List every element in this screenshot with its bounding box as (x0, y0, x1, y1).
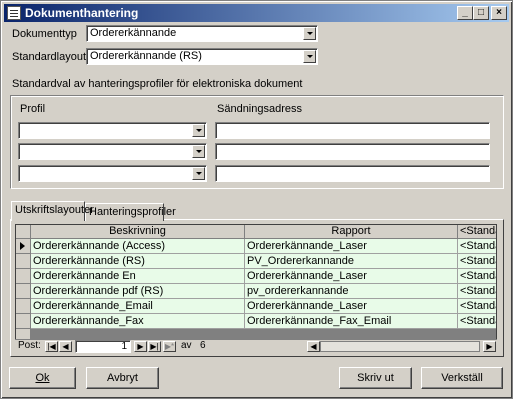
row-selector[interactable] (16, 314, 31, 329)
record-number-input[interactable]: 1 (75, 340, 131, 353)
window-title: Dokumenthantering (25, 6, 139, 20)
cell-rapport[interactable]: Ordererkännande_Laser (245, 299, 458, 314)
sandningsadress-label: Sändningsadress (217, 103, 303, 115)
cell-standard[interactable]: <Standa (458, 299, 496, 314)
record-navigator: Post: |◀ ◀ 1 ▶ ▶| ▶* av 6 ◀ ▶ (15, 339, 497, 353)
cell-rapport[interactable]: Ordererkännande_Laser (245, 239, 458, 254)
standardlayout-combo[interactable]: Ordererkännande (RS) (86, 48, 318, 65)
column-header-standard[interactable]: <Standa (458, 225, 496, 239)
cell-beskrivning[interactable]: Ordererkännande_Fax (31, 314, 245, 329)
row-selector[interactable] (16, 284, 31, 299)
standardlayout-value: Ordererkännande (RS) (90, 50, 202, 62)
profil-label: Profil (20, 103, 46, 115)
cell-standard[interactable]: <Standa (458, 239, 496, 254)
row-selector[interactable] (16, 254, 31, 269)
cell-rapport[interactable]: Ordererkännande_Laser (245, 269, 458, 284)
tab-label: Utskriftslayouter (15, 204, 94, 216)
tab-utskriftslayouter[interactable]: Utskriftslayouter (11, 201, 94, 221)
profil-combo-3[interactable] (18, 165, 207, 182)
new-record-icon[interactable]: ▶* (163, 341, 176, 352)
tab-hanteringsprofiler[interactable]: Hanteringsprofiler (85, 203, 176, 221)
cell-beskrivning[interactable]: Ordererkännande pdf (RS) (31, 284, 245, 299)
maximize-button[interactable]: □ (473, 6, 489, 20)
sandningsadress-input-2[interactable] (215, 143, 490, 160)
cell-beskrivning[interactable]: Ordererkännande En (31, 269, 245, 284)
current-record-icon (20, 242, 25, 250)
sandningsadress-input-1[interactable] (215, 122, 490, 139)
ok-button[interactable]: Ok (9, 367, 76, 389)
last-record-icon[interactable]: ▶| (148, 341, 161, 352)
next-record-icon[interactable]: ▶ (134, 341, 147, 352)
scroll-right-icon[interactable]: ▶ (483, 341, 496, 352)
column-header-beskrivning[interactable]: Beskrivning (31, 225, 245, 239)
cell-beskrivning[interactable]: Ordererkännande (RS) (31, 254, 245, 269)
cell-standard[interactable]: <Standa (458, 314, 496, 329)
of-label: av (181, 340, 192, 351)
title-bar[interactable]: Dokumenthantering _ □ × (4, 4, 509, 22)
row-selector[interactable] (16, 269, 31, 284)
dokumenttyp-combo[interactable]: Ordererkännande (86, 25, 318, 42)
dokumenttyp-label: Dokumenttyp (12, 28, 77, 40)
chevron-down-icon[interactable] (192, 145, 205, 158)
form-icon (7, 6, 21, 20)
grid-corner (16, 225, 31, 239)
skriv-ut-button[interactable]: Skriv ut (339, 367, 412, 389)
post-label: Post: (18, 340, 41, 351)
chevron-down-icon[interactable] (192, 124, 205, 137)
cell-rapport[interactable]: Ordererkännande_Fax_Email (245, 314, 458, 329)
cell-standard[interactable]: <Standa (458, 269, 496, 284)
cell-rapport[interactable]: PV_Ordererkannande (245, 254, 458, 269)
column-header-rapport[interactable]: Rapport (245, 225, 458, 239)
first-record-icon[interactable]: |◀ (45, 341, 58, 352)
dokumenttyp-value: Ordererkännande (90, 27, 177, 39)
profil-combo-1[interactable] (18, 122, 207, 139)
chevron-down-icon[interactable] (192, 167, 205, 180)
tab-label: Hanteringsprofiler (89, 206, 176, 218)
verkstall-button[interactable]: Verkställ (421, 367, 503, 389)
verkstall-button-label: Verkställ (441, 372, 483, 384)
close-button[interactable]: × (491, 6, 507, 20)
cell-standard[interactable]: <Standa (458, 284, 496, 299)
layout-grid: Beskrivning Rapport <Standa Ordererkänna… (15, 224, 497, 352)
standardlayout-label: Standardlayout (12, 51, 86, 63)
previous-record-icon[interactable]: ◀ (59, 341, 72, 352)
chevron-down-icon[interactable] (303, 50, 316, 63)
ok-button-label: Ok (35, 372, 50, 384)
horizontal-scrollbar[interactable] (320, 341, 480, 352)
cell-beskrivning[interactable]: Ordererkännande (Access) (31, 239, 245, 254)
record-total: 6 (200, 340, 206, 351)
sandningsadress-input-3[interactable] (215, 165, 490, 182)
profil-combo-2[interactable] (18, 143, 207, 160)
cell-rapport[interactable]: pv_ordererkannande (245, 284, 458, 299)
chevron-down-icon[interactable] (303, 27, 316, 40)
section-label: Standardval av hanteringsprofiler för el… (12, 78, 303, 90)
row-selector[interactable] (16, 299, 31, 314)
skriv-ut-button-label: Skriv ut (357, 372, 394, 384)
avbryt-button[interactable]: Avbryt (86, 367, 159, 389)
minimize-button[interactable]: _ (457, 6, 473, 20)
row-selector[interactable] (16, 239, 31, 254)
scroll-left-icon[interactable]: ◀ (307, 341, 320, 352)
cell-standard[interactable]: <Standa (458, 254, 496, 269)
avbryt-button-label: Avbryt (107, 372, 138, 384)
cell-beskrivning[interactable]: Ordererkännande_Email (31, 299, 245, 314)
